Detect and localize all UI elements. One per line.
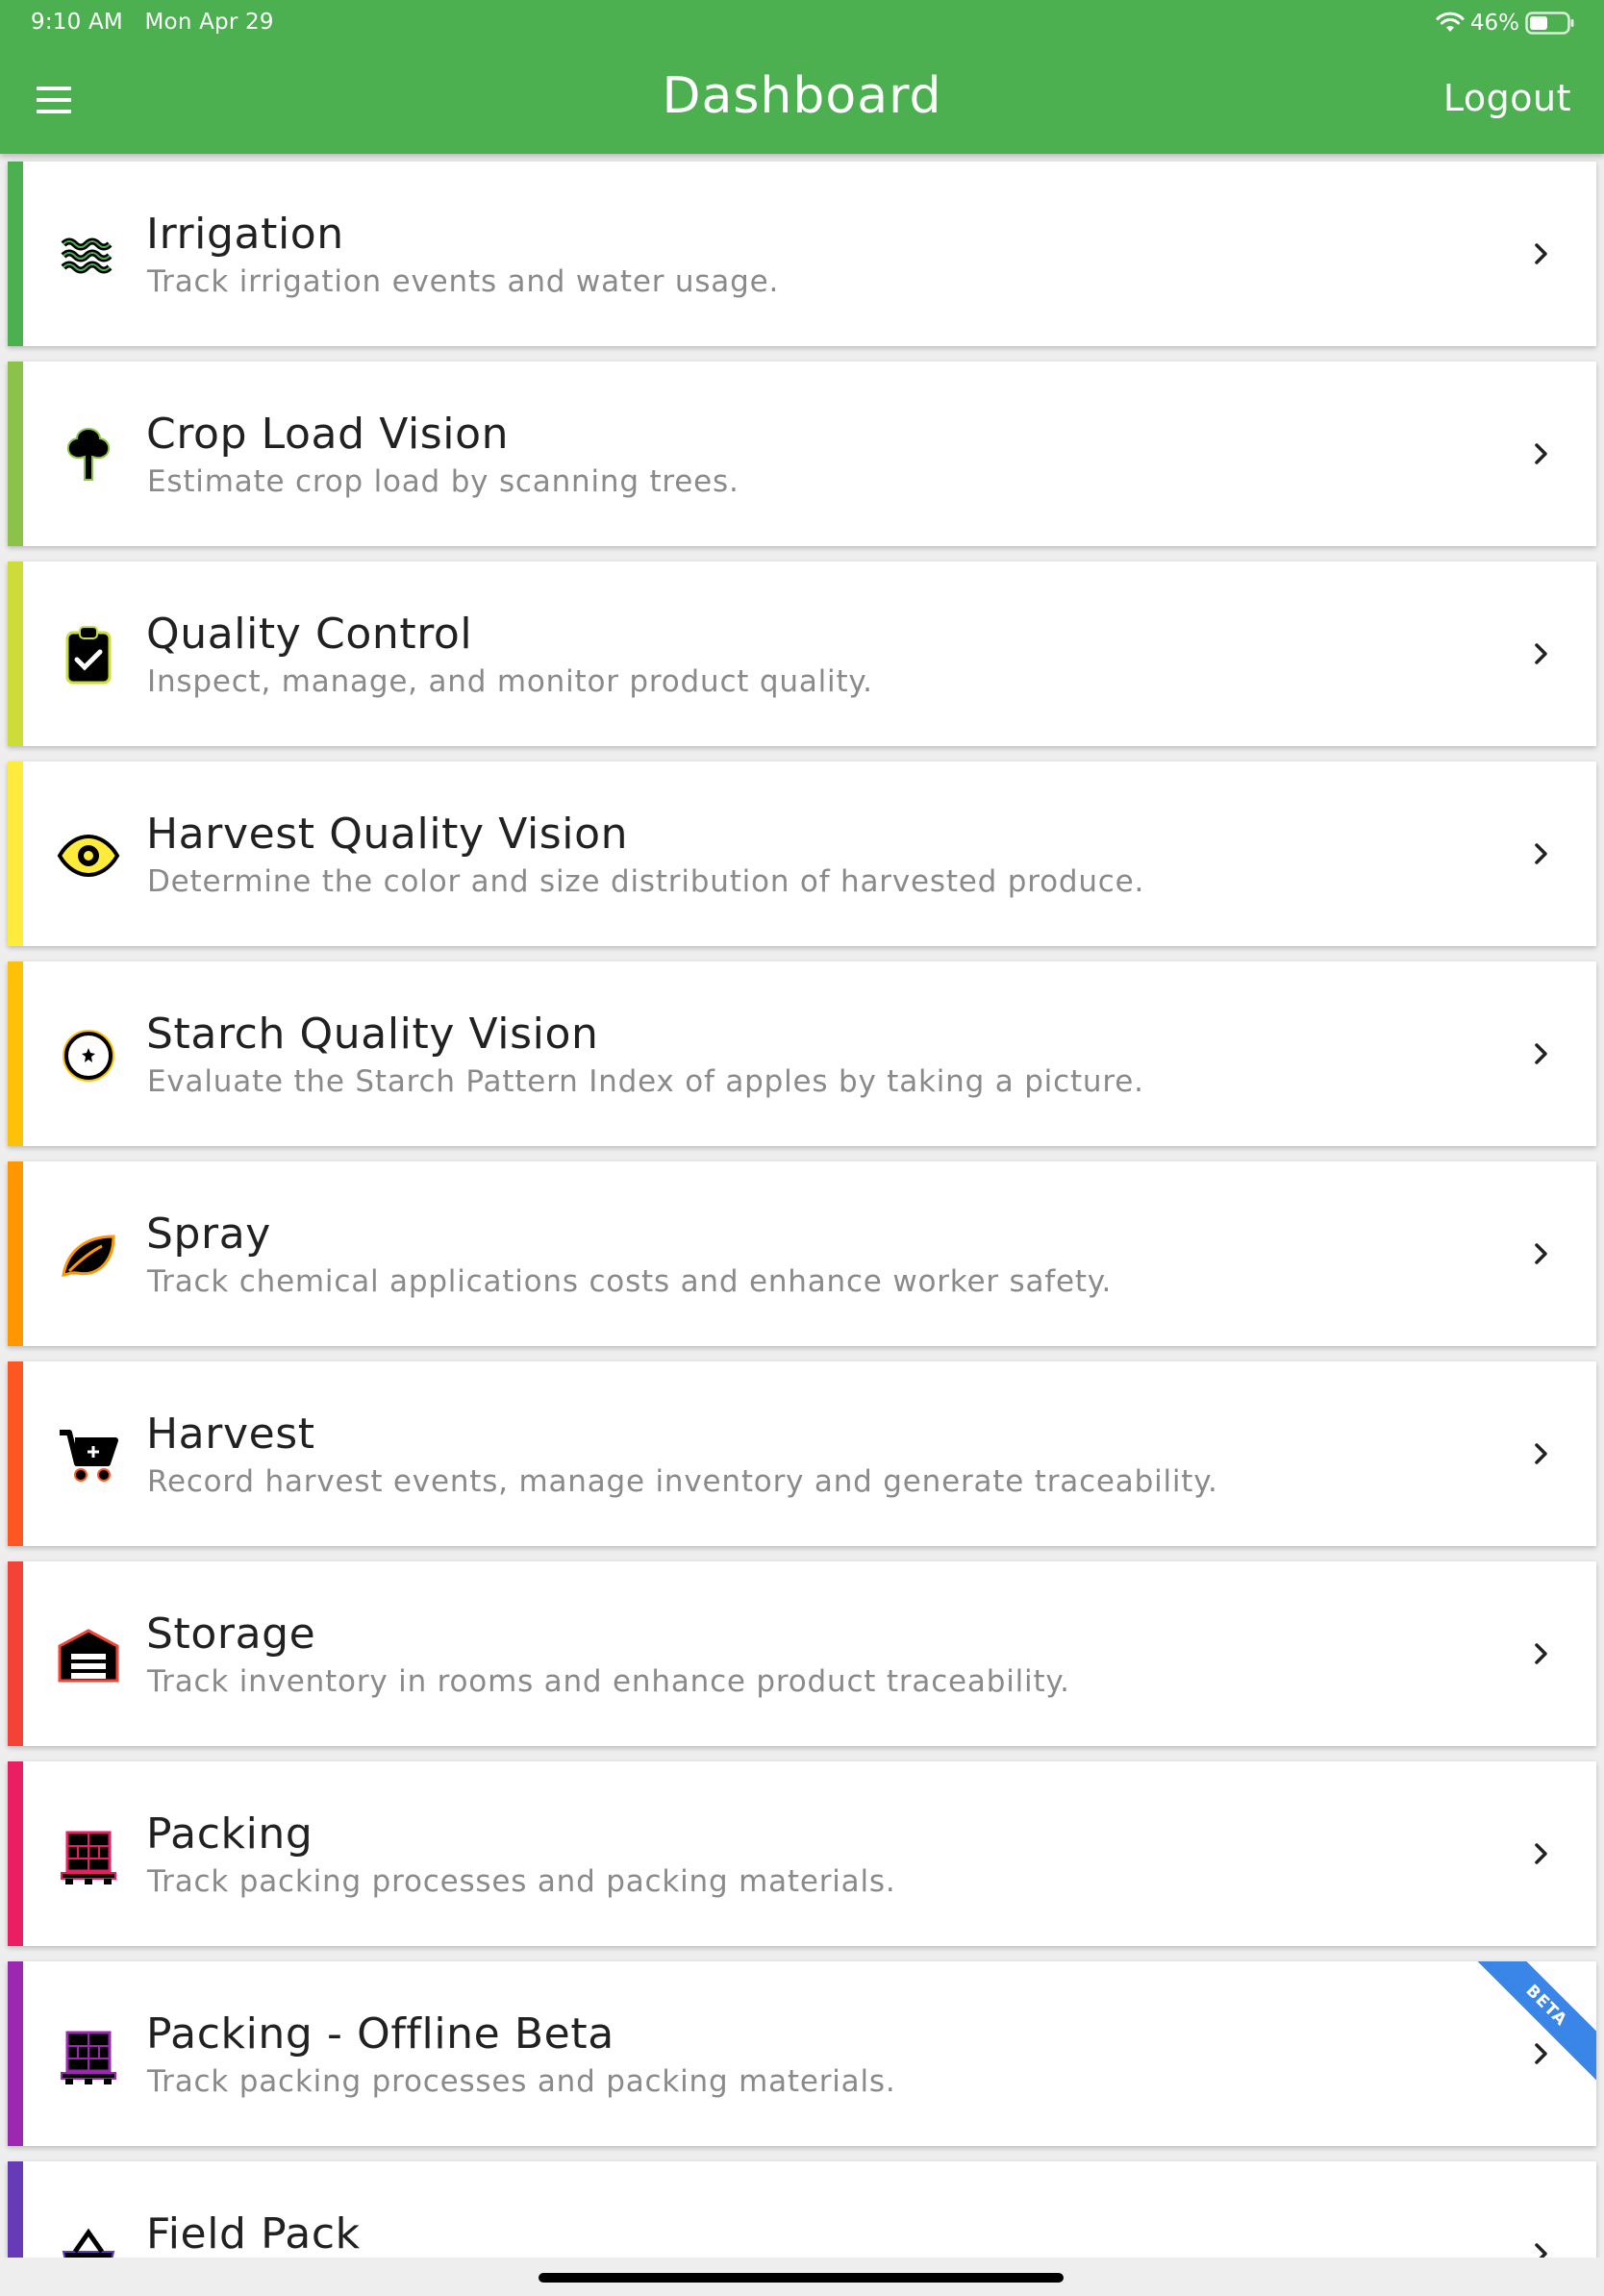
module-subtitle: Track irrigation events and water usage. [147, 264, 780, 299]
chevron-right-icon [1535, 1643, 1547, 1664]
module-title: Starch Quality Vision [146, 1010, 599, 1059]
module-subtitle: Inspect, manage, and monitor product qua… [147, 664, 873, 699]
module-card-starch-quality-vision[interactable]: Starch Quality Vision Evaluate the Starch… [8, 961, 1596, 1146]
module-title: Irrigation [146, 210, 344, 259]
accent-bar [8, 2161, 23, 2258]
chevron-right-icon [1535, 1243, 1547, 1264]
chevron-right-icon [1535, 643, 1547, 664]
module-card-harvest[interactable]: Harvest Record harvest events, manage inv… [8, 1361, 1596, 1546]
tree-icon [54, 421, 123, 490]
module-card-irrigation[interactable]: Irrigation Track irrigation events and wa… [8, 162, 1596, 346]
accent-bar [8, 1761, 23, 1946]
page-title: Dashboard [662, 67, 942, 125]
chevron-right-icon [1535, 443, 1547, 464]
chevron-right-icon [1535, 1843, 1547, 1864]
module-title: Harvest [146, 1410, 315, 1459]
module-card-spray[interactable]: Spray Track chemical applications costs a… [8, 1161, 1596, 1346]
accent-bar [8, 1561, 23, 1746]
module-card-field-pack[interactable]: Field Pack [8, 2161, 1596, 2258]
module-subtitle: Evaluate the Starch Pattern Index of app… [147, 1064, 1144, 1099]
status-date: Mon Apr 29 [144, 10, 274, 35]
module-card-quality-control[interactable]: Quality Control Inspect, manage, and moni… [8, 562, 1596, 746]
pallet-boxes-icon [54, 2021, 123, 2090]
battery-percent: 46% [1469, 11, 1519, 36]
accent-bar [8, 162, 23, 346]
accent-bar [8, 1361, 23, 1546]
module-title: Field Pack [146, 2209, 361, 2258]
module-subtitle: Estimate crop load by scanning trees. [147, 464, 739, 499]
accent-bar [8, 961, 23, 1146]
app-bar: 9:10 AM Mon Apr 29 46% Dashboard Logout [0, 0, 1604, 154]
module-list: Irrigation Track irrigation events and wa… [0, 0, 1604, 2258]
module-subtitle: Track chemical applications costs and en… [147, 1264, 1113, 1299]
warehouse-icon [54, 1621, 123, 1690]
battery-icon [1525, 12, 1574, 35]
chevron-right-icon [1535, 1443, 1547, 1464]
chevron-right-icon [1535, 843, 1547, 864]
logout-button[interactable]: Logout [1443, 77, 1571, 119]
module-title: Storage [146, 1610, 316, 1659]
module-subtitle: Track packing processes and packing mate… [147, 2064, 896, 2099]
module-card-packing-offline-beta[interactable]: Packing - Offline Beta Track packing proc… [8, 1961, 1596, 2146]
clock-time: 9:10 AM [31, 10, 123, 35]
wifi-icon [1436, 12, 1465, 32]
accent-bar [8, 362, 23, 546]
accent-bar [8, 1961, 23, 2146]
module-title: Spray [146, 1210, 271, 1259]
module-card-crop-load-vision[interactable]: Crop Load Vision Estimate crop load by sc… [8, 362, 1596, 546]
leaf-icon [54, 1221, 123, 1290]
clipboard-check-icon [54, 621, 123, 690]
chevron-right-icon [1535, 2243, 1547, 2258]
water-waves-icon [54, 221, 123, 290]
module-title: Harvest Quality Vision [146, 810, 629, 859]
module-subtitle: Record harvest events, manage inventory … [147, 1464, 1218, 1499]
status-indicators: 46% [1436, 8, 1575, 38]
accent-bar [8, 562, 23, 746]
eye-icon [54, 821, 123, 890]
chevron-right-icon [1535, 1043, 1547, 1064]
module-title: Crop Load Vision [146, 410, 510, 459]
module-title: Packing [146, 1809, 313, 1859]
apple-slice-icon [54, 1021, 123, 1090]
chevron-right-icon [1535, 2043, 1547, 2064]
pallet-boxes-icon [54, 1821, 123, 1890]
module-card-packing[interactable]: Packing Track packing processes and packi… [8, 1761, 1596, 1946]
module-subtitle: Determine the color and size distributio… [147, 864, 1145, 899]
module-card-storage[interactable]: Storage Track inventory in rooms and enha… [8, 1561, 1596, 1746]
chevron-right-icon [1535, 243, 1547, 264]
status-time: 9:10 AM Mon Apr 29 [31, 10, 274, 35]
basket-icon [54, 2221, 123, 2258]
accent-bar [8, 761, 23, 946]
accent-bar [8, 1161, 23, 1346]
cart-plus-icon [54, 1421, 123, 1490]
home-indicator[interactable] [539, 2273, 1064, 2283]
module-subtitle: Track inventory in rooms and enhance pro… [147, 1664, 1070, 1699]
module-subtitle: Track packing processes and packing mate… [147, 1864, 896, 1899]
module-title: Quality Control [146, 610, 473, 659]
module-title: Packing - Offline Beta [146, 2009, 614, 2059]
module-card-harvest-quality-vision[interactable]: Harvest Quality Vision Determine the colo… [8, 761, 1596, 946]
